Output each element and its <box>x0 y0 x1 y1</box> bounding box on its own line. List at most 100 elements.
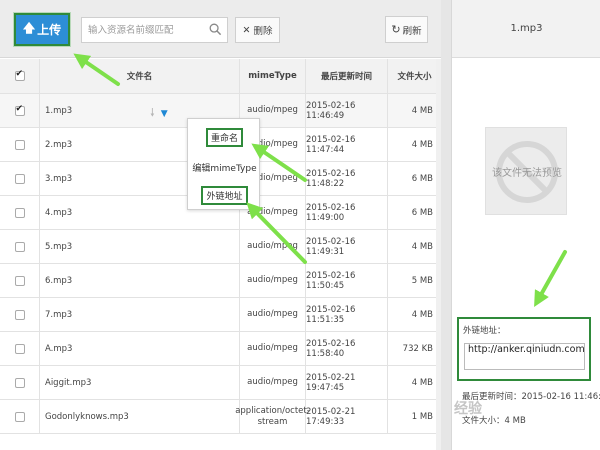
refresh-button[interactable]: ↻ 刷新 <box>385 16 428 43</box>
preview-updated-time: 最后更新时间：2015-02-16 11:46:49 <box>462 392 600 402</box>
external-link-label: 外链地址： <box>463 326 506 336</box>
row-check-cell <box>0 366 40 399</box>
updated-cell: 2015-02-16 11:48:22 <box>306 162 388 195</box>
table-row[interactable]: A.mp3 audio/mpeg 2015-02-16 11:58:40 732 KB <box>0 332 441 366</box>
external-link-section: 外链地址： http://anker.qiniudn.com/1.mp3 <box>457 317 591 381</box>
mimetype-cell: audio/mpeg <box>240 264 306 297</box>
upload-label: 上传 <box>37 23 62 37</box>
row-checkbox[interactable] <box>14 343 25 354</box>
table-row[interactable]: Godonlyknows.mp3 application/octet-stream… <box>0 400 441 434</box>
row-checkbox[interactable] <box>14 309 25 320</box>
file-name-cell: 5.mp3 <box>40 230 240 263</box>
file-name[interactable]: 6.mp3 <box>45 276 72 286</box>
delete-label: 删除 <box>253 26 273 37</box>
row-checkbox[interactable] <box>14 139 25 150</box>
updated-cell: 2015-02-16 11:50:45 <box>306 264 388 297</box>
row-checkbox[interactable] <box>14 411 25 422</box>
toolbar: 🡅 上传 ✕ 删除 ↻ 刷新 <box>0 0 441 58</box>
select-all-cell <box>0 59 40 93</box>
header-mimetype[interactable]: mimeType <box>240 59 306 93</box>
row-check-cell <box>0 162 40 195</box>
file-name-cell: 6.mp3 <box>40 264 240 297</box>
file-name-cell: Aiggit.mp3 <box>40 366 240 399</box>
updated-cell: 2015-02-16 11:49:00 <box>306 196 388 229</box>
file-name-cell: Godonlyknows.mp3 <box>40 400 240 433</box>
download-icon[interactable]: 🠗 <box>150 104 155 123</box>
preview-placeholder: 该文件无法预览 <box>485 127 567 215</box>
table-row[interactable]: Aiggit.mp3 audio/mpeg 2015-02-21 19:47:45 4… <box>0 366 441 400</box>
table-row[interactable]: 7.mp3 audio/mpeg 2015-02-16 11:51:35 4 MB <box>0 298 441 332</box>
search-icon[interactable] <box>209 23 222 36</box>
scrollbar[interactable] <box>436 59 441 450</box>
upload-button[interactable]: 🡅 上传 <box>13 12 71 47</box>
mimetype-cell: audio/mpeg <box>240 230 306 263</box>
updated-cell: 2015-02-16 11:58:40 <box>306 332 388 365</box>
size-cell: 4 MB <box>411 377 433 388</box>
menu-item-edit-mimetype-label: 编辑mimeType <box>192 163 257 174</box>
select-all-checkbox[interactable] <box>14 69 25 81</box>
no-preview-text: 该文件无法预览 <box>492 168 562 179</box>
size-cell: 732 KB <box>402 343 433 354</box>
file-name[interactable]: 4.mp3 <box>45 208 72 218</box>
header-size[interactable]: 文件大小 <box>388 59 441 93</box>
table-row[interactable]: 6.mp3 audio/mpeg 2015-02-16 11:50:45 5 MB <box>0 264 441 298</box>
row-check-cell <box>0 298 40 331</box>
row-checkbox[interactable] <box>14 377 25 388</box>
updated-cell: 2015-02-21 19:47:45 <box>306 366 388 399</box>
file-name[interactable]: 7.mp3 <box>45 310 72 320</box>
updated-cell: 2015-02-16 11:51:35 <box>306 298 388 331</box>
row-checkbox[interactable] <box>14 173 25 184</box>
row-checkbox[interactable] <box>14 207 25 218</box>
table-row[interactable]: 5.mp3 audio/mpeg 2015-02-16 11:49:31 4 MB <box>0 230 441 264</box>
file-name[interactable]: 5.mp3 <box>45 242 72 252</box>
row-check-cell <box>0 332 40 365</box>
updated-cell: 2015-02-16 11:49:31 <box>306 230 388 263</box>
menu-item-rename[interactable]: 重命名 <box>188 123 261 151</box>
file-name-cell: A.mp3 <box>40 332 240 365</box>
search-input[interactable] <box>82 18 210 42</box>
close-icon: ✕ <box>242 24 251 36</box>
menu-item-external-link[interactable]: 外链地址 <box>188 181 261 209</box>
file-name[interactable]: 3.mp3 <box>45 174 72 184</box>
row-check-cell <box>0 264 40 297</box>
mimetype-cell: audio/mpeg <box>240 366 306 399</box>
updated-cell: 2015-02-16 11:46:49 <box>306 94 388 127</box>
menu-item-edit-mimetype[interactable]: 编辑mimeType <box>188 153 261 181</box>
file-name-cell: 7.mp3 <box>40 298 240 331</box>
file-name[interactable]: Aiggit.mp3 <box>45 378 91 388</box>
updated-cell: 2015-02-16 11:47:44 <box>306 128 388 161</box>
size-cell: 6 MB <box>411 207 433 218</box>
size-cell: 6 MB <box>411 173 433 184</box>
external-link-field[interactable]: http://anker.qiniudn.com/1.mp3 <box>464 343 585 370</box>
refresh-icon: ↻ <box>391 23 401 36</box>
search-box <box>81 17 228 43</box>
mimetype-cell: audio/mpeg <box>240 332 306 365</box>
row-checkbox[interactable] <box>14 104 25 116</box>
header-updated[interactable]: 最后更新时间 <box>306 59 388 93</box>
header-filename[interactable]: 文件名 <box>40 59 240 93</box>
preview-title: 1.mp3 <box>452 0 600 58</box>
size-cell: 4 MB <box>411 241 433 252</box>
context-menu: 重命名 编辑mimeType 外链地址 <box>187 118 260 210</box>
watermark: 经验 <box>454 401 482 417</box>
row-check-cell <box>0 94 40 127</box>
file-name[interactable]: A.mp3 <box>45 344 72 354</box>
file-name[interactable]: Godonlyknows.mp3 <box>45 412 129 422</box>
row-check-cell <box>0 230 40 263</box>
row-check-cell <box>0 400 40 433</box>
file-name[interactable]: 2.mp3 <box>45 140 72 150</box>
dropdown-triangle-icon[interactable]: ▼ <box>161 109 168 119</box>
refresh-label: 刷新 <box>402 25 422 37</box>
mimetype-cell: application/octet-stream <box>235 400 310 433</box>
row-checkbox[interactable] <box>14 241 25 252</box>
updated-cell: 2015-02-21 17:49:33 <box>306 400 388 433</box>
menu-item-rename-label: 重命名 <box>205 127 243 147</box>
row-checkbox[interactable] <box>14 275 25 286</box>
menu-item-external-link-label: 外链地址 <box>201 185 248 205</box>
delete-button[interactable]: ✕ 删除 <box>235 17 280 43</box>
size-cell: 4 MB <box>411 105 433 116</box>
file-name[interactable]: 1.mp3 <box>45 106 72 116</box>
row-check-cell <box>0 196 40 229</box>
mimetype-cell: audio/mpeg <box>240 298 306 331</box>
size-cell: 4 MB <box>411 139 433 150</box>
